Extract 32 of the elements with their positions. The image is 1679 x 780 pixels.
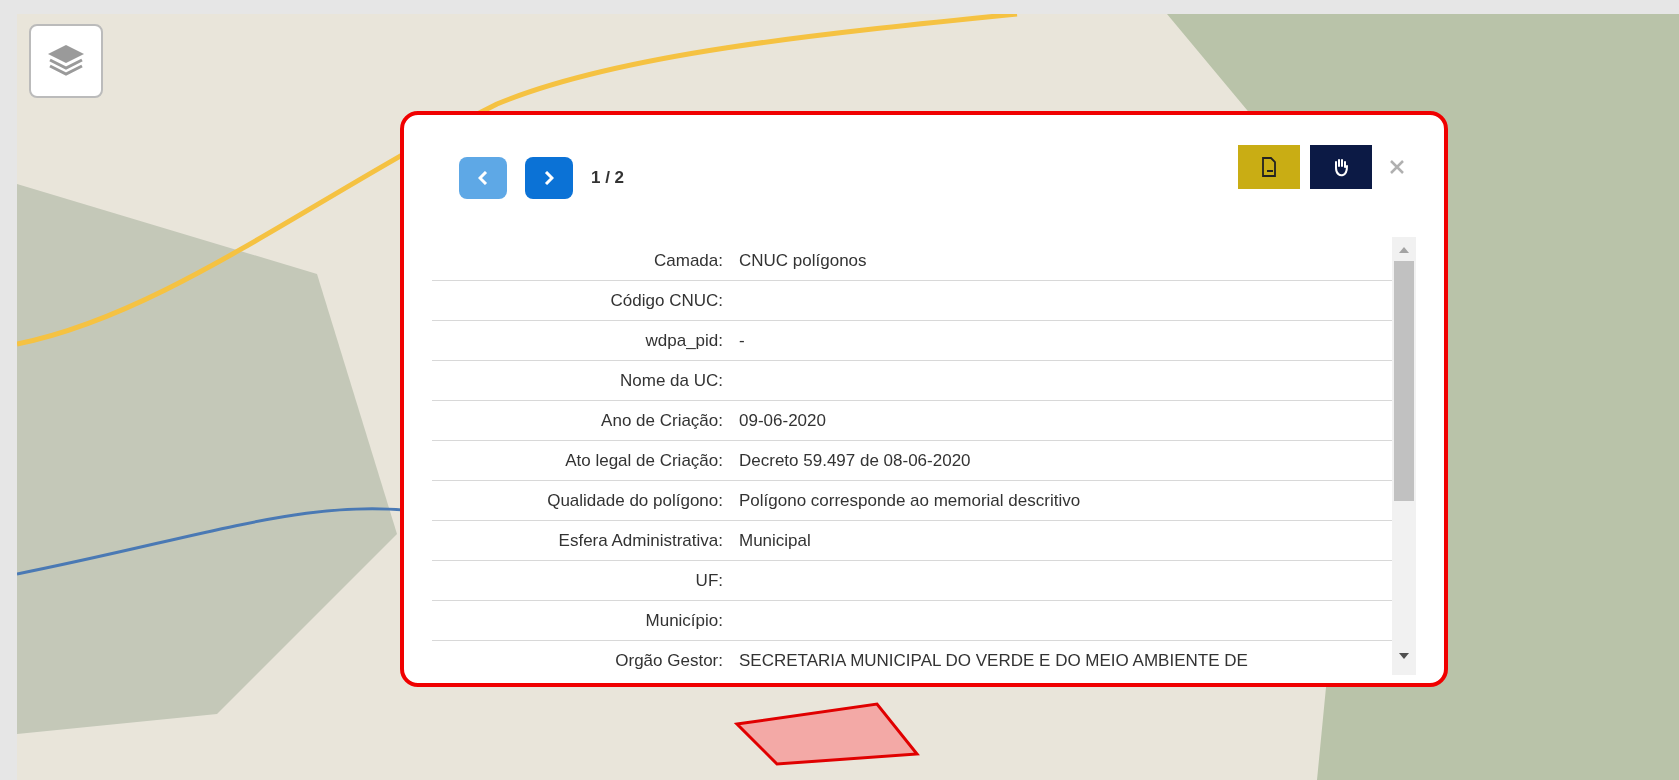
field-value: 09-06-2020	[739, 409, 826, 432]
field-value: CNUC polígonos	[739, 249, 867, 272]
field-label: Ato legal de Criação:	[564, 449, 724, 472]
field-label: wdpa_pid:	[644, 329, 724, 352]
next-button[interactable]	[525, 157, 573, 199]
pdf-button[interactable]	[1238, 145, 1300, 189]
field-label: Esfera Administrativa:	[557, 529, 724, 552]
pdf-file-icon	[1261, 157, 1277, 177]
field-value: Polígono corresponde ao memorial descritivo	[739, 489, 1081, 512]
field-label: Código CNUC:	[609, 289, 724, 312]
field-label: Qualidade do polígono:	[546, 489, 724, 512]
scrollbar-thumb[interactable]	[1394, 261, 1414, 501]
field-value: Decreto 59.497 de 08-06-2020	[739, 449, 971, 472]
chevron-left-icon	[478, 171, 488, 185]
chevron-right-icon	[544, 171, 554, 185]
field-label: Ano de Criação:	[600, 409, 724, 432]
hand-icon	[1332, 157, 1350, 177]
field-label: Município:	[644, 609, 724, 632]
hand-button[interactable]	[1310, 145, 1372, 189]
field-label: UF:	[694, 569, 724, 592]
close-icon	[1390, 160, 1404, 174]
scroll-up-icon	[1399, 247, 1409, 253]
scrollbar[interactable]	[1392, 237, 1416, 675]
field-label: Camada:	[653, 249, 724, 272]
field-value: -	[739, 329, 745, 352]
field-value: Municipal	[739, 529, 811, 552]
layers-button[interactable]	[29, 24, 103, 98]
page-counter: 1 / 2	[591, 167, 625, 190]
field-label: Orgão Gestor:	[614, 650, 724, 673]
scroll-down-icon	[1399, 653, 1409, 659]
field-value: SECRETARIA MUNICIPAL DO VERDE E DO MEIO AMBIENTE DE	[739, 650, 1248, 673]
field-label: Nome da UC:	[619, 369, 724, 392]
